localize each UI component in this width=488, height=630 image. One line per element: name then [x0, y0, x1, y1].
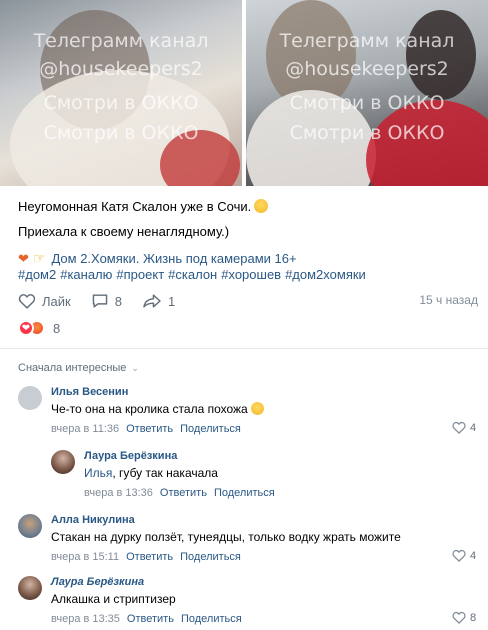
shares-count: 1	[167, 293, 176, 309]
share-arrow-icon	[143, 294, 161, 308]
comment-text-body: , губу так накачала	[112, 466, 218, 480]
comment-text: Че-то она на кролика стала похожа	[51, 402, 264, 416]
hashtag-link[interactable]: #проект	[116, 267, 164, 282]
like-button[interactable]: Лайк	[18, 293, 71, 309]
reply-button[interactable]: Ответить	[126, 423, 173, 435]
comment-like-button[interactable]: 8	[452, 611, 476, 624]
comment-time[interactable]: вчера в 11:36	[51, 423, 119, 435]
watermark-text: Смотри в ОККО	[43, 92, 199, 114]
photo-figure	[406, 10, 476, 100]
comment-like-count: 4	[470, 421, 477, 434]
sort-label: Сначала интересные	[18, 362, 127, 374]
watermark-text: Телеграмм канал	[279, 30, 455, 52]
hashtag-link[interactable]: #дом2хомяки	[285, 267, 366, 282]
comment-meta: вчера в 13:35 Ответить Поделиться	[51, 613, 242, 625]
post-text-line-1: Неугомонная Катя Скалон уже в Сочи.	[18, 199, 269, 214]
watermark-text: Смотри в ОККО	[289, 92, 445, 114]
comments-button[interactable]: 8	[91, 293, 122, 309]
comment-text: Алкашка и стриптизер	[51, 592, 176, 606]
pointing-right-icon: ☞	[32, 250, 46, 266]
reactions-count: 8	[53, 320, 61, 336]
share-comment-button[interactable]: Поделиться	[214, 487, 275, 499]
share-comment-button[interactable]: Поделиться	[180, 551, 241, 563]
reply-button[interactable]: Ответить	[160, 487, 207, 499]
comment-reply: Лаура Берёзкина Илья, губу так накачала …	[51, 450, 478, 500]
comment-meta: вчера в 13:36 Ответить Поделиться	[84, 487, 275, 499]
heart-outline-icon	[452, 611, 466, 624]
laughing-face-emoji-icon	[250, 402, 264, 415]
comment-author[interactable]: Лаура Берёзкина	[51, 576, 144, 588]
post-text-line-2: Приехала к своему ненаглядному.)	[18, 224, 230, 239]
comment: Илья Весенин Че-то она на кролика стала …	[18, 386, 478, 436]
share-button[interactable]: 1	[142, 293, 175, 309]
reply-button[interactable]: Ответить	[126, 551, 173, 563]
comment-bubble-icon	[92, 294, 107, 308]
relieved-face-emoji-icon	[254, 199, 269, 213]
comments-sort-dropdown[interactable]: Сначала интересные ⌄	[18, 362, 139, 374]
heart-outline-icon	[452, 549, 466, 562]
avatar[interactable]	[51, 450, 75, 474]
comment-meta: вчера в 11:36 Ответить Поделиться	[51, 423, 241, 435]
hashtag-link[interactable]: #скалон	[168, 267, 217, 282]
share-comment-button[interactable]: Поделиться	[180, 423, 241, 435]
comment: Алла Никулина Стакан на дурку ползёт, ту…	[18, 514, 478, 564]
heart-outline-icon	[18, 294, 36, 309]
hashtag-link[interactable]: #дом2	[18, 267, 56, 282]
divider	[0, 348, 488, 349]
post-link-line: ❤ ☞ Дом 2.Хомяки. Жизнь под камерами 16+	[18, 250, 297, 267]
heart-outline-icon	[452, 421, 466, 434]
comment-author[interactable]: Алла Никулина	[51, 514, 135, 526]
comment-like-button[interactable]: 4	[452, 421, 476, 434]
orange-heart-icon: ❤	[18, 250, 29, 266]
reply-button[interactable]: Ответить	[127, 613, 174, 625]
avatar[interactable]	[18, 386, 42, 410]
comment-like-count: 8	[470, 611, 477, 624]
post-photo-left[interactable]: Телеграмм канал @housekeepers2 Смотри в …	[0, 0, 242, 186]
avatar[interactable]	[18, 514, 42, 538]
watermark-text: Смотри в ОККО	[289, 122, 445, 144]
comment-time[interactable]: вчера в 13:35	[51, 613, 120, 625]
hashtag-link[interactable]: #хорошев	[221, 267, 281, 282]
hashtags: #дом2 #каналю #проект #скалон #хорошев #дом2х…	[18, 267, 370, 282]
watermark-text: @housekeepers2	[285, 58, 449, 80]
comment-time[interactable]: вчера в 13:36	[84, 487, 153, 499]
watermark-text: @housekeepers2	[39, 58, 203, 80]
like-label: Лайк	[42, 293, 71, 309]
heart-reaction-icon: ❤	[18, 320, 34, 336]
watermark-text: Телеграмм канал	[33, 30, 209, 52]
post-time[interactable]: 15 ч назад	[419, 293, 478, 307]
post-actions: Лайк 8 1 15 ч назад	[18, 290, 478, 312]
comment-text: Илья, губу так накачала	[84, 466, 218, 480]
post-photo-right[interactable]: Телеграмм канал @housekeepers2 Смотри в …	[246, 0, 488, 186]
comment-author[interactable]: Илья Весенин	[51, 386, 128, 398]
watermark-text: Смотри в ОККО	[43, 122, 199, 144]
comment: Лаура Берёзкина Алкашка и стриптизер вче…	[18, 576, 478, 626]
comment-mention-link[interactable]: Илья	[84, 466, 112, 480]
comment-meta: вчера в 15:11 Ответить Поделиться	[51, 551, 241, 563]
comment-author[interactable]: Лаура Берёзкина	[84, 450, 177, 462]
comment-like-button[interactable]: 4	[452, 549, 476, 562]
hashtag-link[interactable]: #каналю	[60, 267, 112, 282]
comment-text-body: Че-то она на кролика стала похожа	[51, 402, 248, 416]
post-text: Неугомонная Катя Скалон уже в Сочи.	[18, 199, 252, 214]
avatar[interactable]	[18, 576, 42, 600]
share-comment-button[interactable]: Поделиться	[181, 613, 242, 625]
post-link[interactable]: Дом 2.Хомяки. Жизнь под камерами 16+	[51, 251, 296, 266]
comments-count: 8	[114, 293, 122, 309]
comment-like-count: 4	[470, 549, 477, 562]
post-photos: Телеграмм канал @housekeepers2 Смотри в …	[0, 0, 488, 186]
comment-text: Стакан на дурку ползёт, тунеядцы, только…	[51, 530, 401, 544]
comment-time[interactable]: вчера в 15:11	[51, 551, 119, 563]
chevron-down-icon: ⌄	[131, 362, 139, 373]
reactions-summary[interactable]: ❤ 8	[18, 320, 60, 336]
